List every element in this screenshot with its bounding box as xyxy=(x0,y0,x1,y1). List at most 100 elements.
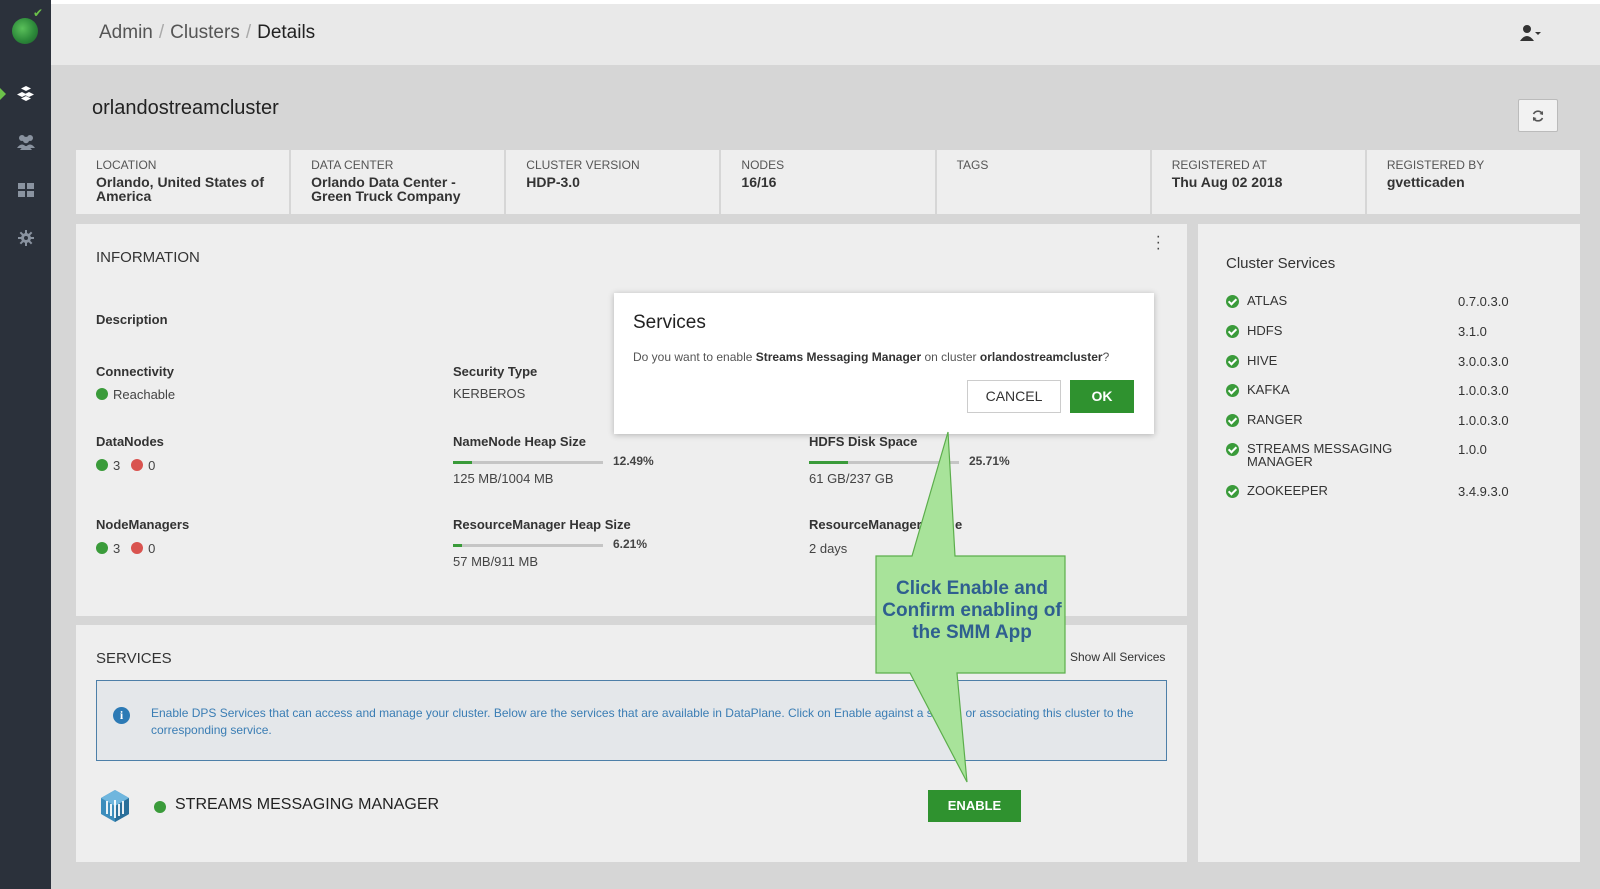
smm-service-name: STREAMS MESSAGING MANAGER xyxy=(175,796,440,813)
cluster-service-name: ZOOKEEPER xyxy=(1247,483,1328,498)
status-dot-red xyxy=(131,459,144,471)
hdfs-disk-bar-fill xyxy=(809,461,848,464)
sidebar-item-clusters[interactable] xyxy=(0,74,51,114)
cluster-service-name: KAFKA xyxy=(1247,382,1290,397)
nodemanagers-counts: 3 0 xyxy=(96,541,155,556)
strip-nodes: NODES 16/16 xyxy=(721,150,935,214)
connectivity-label: Connectivity xyxy=(96,364,175,379)
cluster-service-name: RANGER xyxy=(1247,412,1303,427)
refresh-button[interactable] xyxy=(1518,99,1558,132)
modal-title: Services xyxy=(633,312,706,333)
nodemanagers-down: 0 xyxy=(148,541,156,556)
rm-heap-bar xyxy=(453,544,603,547)
strip-registered-by: REGISTERED BY gvetticaden xyxy=(1366,150,1580,214)
rm-uptime-label-part1: ResourceManager xyxy=(809,517,922,532)
breadcrumb-separator: / xyxy=(158,22,165,43)
datanodes-label: DataNodes xyxy=(96,434,164,449)
rm-heap-label: ResourceManager Heap Size xyxy=(453,517,631,532)
strip-location: LOCATION Orlando, United States of Americ… xyxy=(76,150,290,214)
header-bar: Admin / Clusters / Details xyxy=(51,4,1600,65)
strip-cluster-version: CLUSTER VERSION HDP-3.0 xyxy=(506,150,720,214)
hdfs-disk-bar xyxy=(809,461,959,464)
cluster-service-version: 0.7.0.3.0 xyxy=(1458,294,1509,309)
breadcrumb-current: Details xyxy=(257,22,316,43)
service-status-dot xyxy=(154,801,166,813)
description-label: Description xyxy=(96,312,168,327)
strip-value: Thu Aug 02 2018 xyxy=(1171,174,1283,190)
rm-uptime-label-part2: e xyxy=(955,517,963,532)
rm-heap-percent: 6.21% xyxy=(613,537,648,551)
namenode-heap-percent: 12.49% xyxy=(613,454,654,468)
datanodes-counts: 3 0 xyxy=(96,458,155,473)
services-title: SERVICES xyxy=(96,650,172,667)
dashboard-icon xyxy=(17,183,34,197)
cluster-service-version: 3.1.0 xyxy=(1458,324,1487,339)
strip-label: NODES xyxy=(741,158,785,172)
strip-label: CLUSTER VERSION xyxy=(526,158,640,172)
modal-text-suffix: ? xyxy=(1102,350,1110,364)
sidebar-item-settings[interactable] xyxy=(0,218,51,258)
callout-text: Click Enable and Confirm enabling of the… xyxy=(882,578,1062,643)
rm-heap-bar-fill xyxy=(453,544,463,547)
show-all-services-toggle[interactable]: Show All Services xyxy=(1070,650,1165,664)
strip-value: Orlando, United States of America xyxy=(96,174,265,204)
clusters-icon xyxy=(16,86,34,101)
cluster-summary-strip: LOCATION Orlando, United States of Americ… xyxy=(76,150,1580,214)
strip-value: gvetticaden xyxy=(1386,174,1465,190)
strip-value: HDP-3.0 xyxy=(526,174,580,190)
info-icon: i xyxy=(113,707,130,724)
sidebar-item-users[interactable] xyxy=(0,122,51,162)
cluster-service-name: ATLAS xyxy=(1247,293,1288,308)
users-icon xyxy=(16,135,35,150)
modal-text-prefix: Do you want to enable xyxy=(633,350,756,364)
status-dot-green xyxy=(96,542,108,554)
user-menu-icon[interactable] xyxy=(1520,24,1542,42)
breadcrumb-clusters[interactable]: Clusters xyxy=(170,22,240,43)
information-title: INFORMATION xyxy=(96,249,200,266)
check-circle-icon xyxy=(1226,325,1239,338)
enable-button[interactable]: ENABLE xyxy=(928,790,1021,822)
namenode-heap-label: NameNode Heap Size xyxy=(453,434,586,449)
cluster-service-version: 1.0.0 xyxy=(1458,442,1487,457)
logo-chevron-icon[interactable]: ✔ xyxy=(33,6,43,20)
connectivity-value: Reachable xyxy=(96,387,175,402)
sidebar-item-dashboard[interactable] xyxy=(0,170,51,210)
namenode-heap-bar-fill xyxy=(453,461,472,464)
modal-message: Do you want to enable Streams Messaging … xyxy=(633,350,1109,364)
strip-tags: TAGS xyxy=(936,150,1150,214)
security-type-value: KERBEROS xyxy=(453,386,526,401)
cluster-service-name: HDFS xyxy=(1247,323,1283,338)
hdfs-disk-label: HDFS Disk Space xyxy=(809,434,918,449)
strip-label: REGISTERED BY xyxy=(1386,158,1485,172)
strip-data-center: DATA CENTER Orlando Data Center - Green T… xyxy=(291,150,505,214)
strip-value: Orlando Data Center - Green Truck Compan… xyxy=(311,174,461,204)
cluster-services-title: Cluster Services xyxy=(1226,255,1336,272)
dataplane-logo-icon[interactable] xyxy=(12,18,38,44)
more-options-icon[interactable]: · · · xyxy=(1156,229,1161,257)
services-info-text-part1: Enable DPS Services that can access and … xyxy=(151,706,940,720)
check-circle-icon xyxy=(1226,485,1239,498)
sidebar: ✔ xyxy=(0,0,51,889)
modal-service-name: Streams Messaging Manager xyxy=(755,350,922,364)
hdfs-disk-value: 61 GB/237 GB xyxy=(809,471,894,486)
status-dot-green xyxy=(96,388,108,400)
check-circle-icon xyxy=(1226,443,1239,456)
services-modal: Services Do you want to enable Streams M… xyxy=(614,293,1154,434)
strip-label: LOCATION xyxy=(96,158,157,172)
modal-cluster-name: orlandostreamcluster xyxy=(979,350,1103,364)
breadcrumb: Admin / Clusters / Details xyxy=(99,22,315,44)
refresh-icon xyxy=(1532,109,1544,122)
namenode-heap-bar xyxy=(453,461,603,464)
gear-icon xyxy=(17,230,34,246)
datanodes-up: 3 xyxy=(113,458,121,473)
breadcrumb-admin[interactable]: Admin xyxy=(99,22,153,43)
cluster-service-name: HIVE xyxy=(1247,353,1278,368)
ok-button[interactable]: OK xyxy=(1070,380,1134,413)
namenode-heap-value: 125 MB/1004 MB xyxy=(453,471,554,486)
nodemanagers-up: 3 xyxy=(113,541,121,556)
check-circle-icon xyxy=(1226,355,1239,368)
strip-value: 16/16 xyxy=(741,174,777,190)
strip-label: DATA CENTER xyxy=(311,158,394,172)
check-circle-icon xyxy=(1226,414,1239,427)
cancel-button[interactable]: CANCEL xyxy=(967,380,1061,413)
